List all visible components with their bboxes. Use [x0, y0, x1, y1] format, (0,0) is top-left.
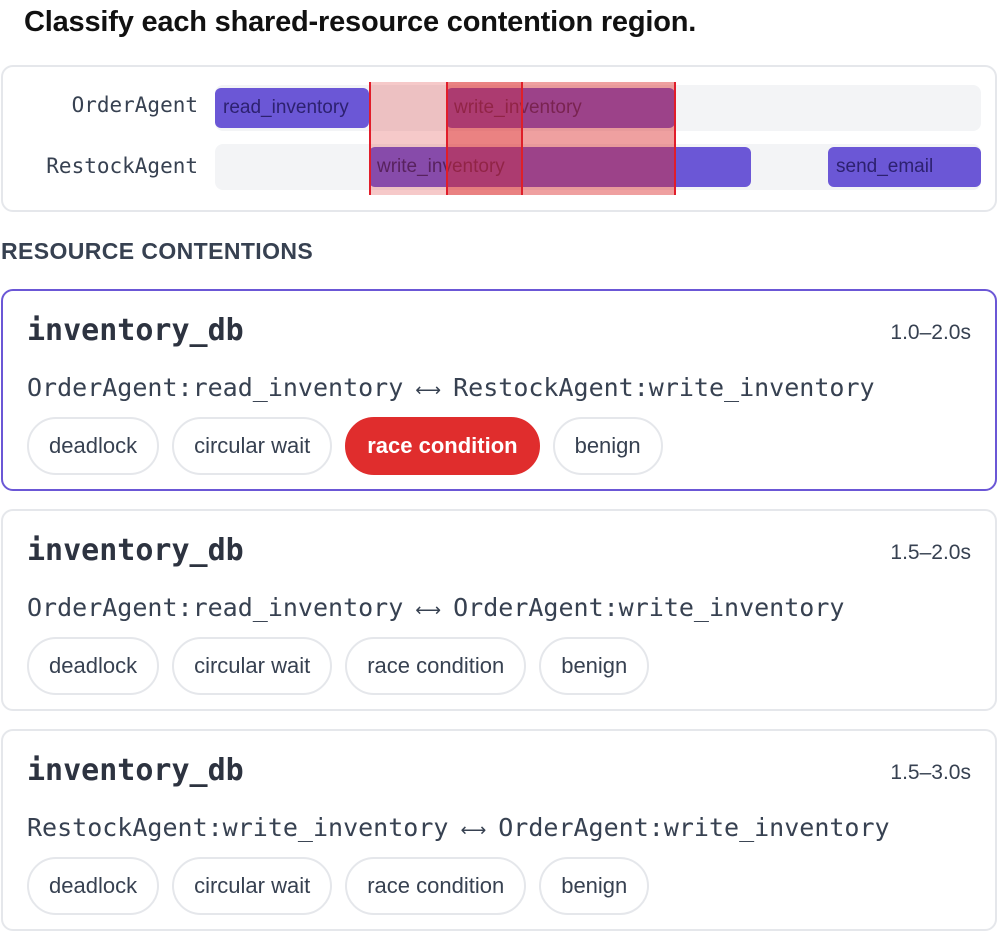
option-chip-race-condition[interactable]: race condition — [345, 417, 540, 475]
option-chip-race-condition[interactable]: race condition — [345, 637, 527, 695]
left-operation: RestockAgent:write_inventory — [27, 813, 449, 842]
bidirectional-arrow-icon: ⟷ — [460, 820, 487, 841]
time-range: 1.0–2.0s — [890, 321, 971, 344]
classification-options: deadlock circular wait race condition benig… — [27, 857, 650, 915]
left-operation: OrderAgent:read_inventory — [27, 373, 404, 402]
contention-card[interactable]: inventory_db 1.0–2.0s OrderAgent:read_in… — [1, 289, 997, 491]
bidirectional-arrow-icon: ⟷ — [415, 380, 442, 401]
page-title: Classify each shared-resource contention… — [24, 6, 697, 38]
option-chip-circular-wait[interactable]: circular wait — [172, 857, 333, 915]
bar-read-inventory[interactable]: read_inventory — [215, 88, 369, 128]
lane-label-order-agent: OrderAgent — [71, 93, 198, 117]
resource-name: inventory_db — [27, 753, 244, 788]
contention-overlay-3 — [446, 82, 676, 195]
lane-label-restock-agent: RestockAgent — [46, 154, 198, 178]
operation-pair: OrderAgent:read_inventory ⟷ RestockAgent:w… — [27, 373, 875, 402]
resource-name: inventory_db — [27, 313, 244, 348]
contention-card[interactable]: inventory_db 1.5–3.0s RestockAgent:write… — [1, 729, 997, 931]
right-operation: RestockAgent:write_inventory — [453, 373, 875, 402]
option-chip-deadlock[interactable]: deadlock — [27, 417, 160, 475]
section-heading: RESOURCE CONTENTIONS — [1, 238, 314, 264]
option-chip-circular-wait[interactable]: circular wait — [172, 637, 333, 695]
option-chip-benign[interactable]: benign — [552, 417, 663, 475]
right-operation: OrderAgent:write_inventory — [453, 593, 845, 622]
option-chip-deadlock[interactable]: deadlock — [27, 637, 160, 695]
bar-send-email[interactable]: send_email — [828, 147, 981, 187]
contention-card[interactable]: inventory_db 1.5–2.0s OrderAgent:read_in… — [1, 509, 997, 711]
operation-pair: RestockAgent:write_inventory ⟷ OrderAgent:… — [27, 813, 890, 842]
right-operation: OrderAgent:write_inventory — [498, 813, 890, 842]
option-chip-benign[interactable]: benign — [539, 857, 650, 915]
classification-options: deadlock circular wait race condition benig… — [27, 637, 650, 695]
time-range: 1.5–3.0s — [890, 761, 971, 784]
left-operation: OrderAgent:read_inventory — [27, 593, 404, 622]
bidirectional-arrow-icon: ⟷ — [415, 600, 442, 621]
option-chip-circular-wait[interactable]: circular wait — [172, 417, 333, 475]
timeline-panel: OrderAgent read_inventory write_inventor… — [1, 65, 997, 212]
classification-options: deadlock circular wait race condition benig… — [27, 417, 663, 475]
option-chip-benign[interactable]: benign — [539, 637, 650, 695]
option-chip-race-condition[interactable]: race condition — [345, 857, 527, 915]
time-range: 1.5–2.0s — [890, 541, 971, 564]
resource-name: inventory_db — [27, 533, 244, 568]
operation-pair: OrderAgent:read_inventory ⟷ OrderAgent:wri… — [27, 593, 844, 622]
option-chip-deadlock[interactable]: deadlock — [27, 857, 160, 915]
